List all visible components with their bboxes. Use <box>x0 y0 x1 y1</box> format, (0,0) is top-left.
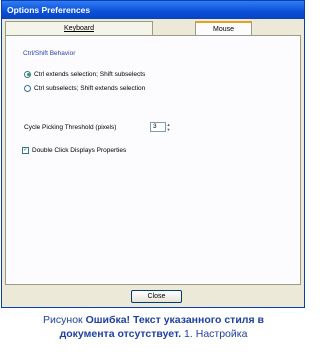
caption-error-text-2: документа отсутствует. <box>59 328 182 340</box>
radio-ctrl-subselects[interactable]: Ctrl subselects; Shift extends selection <box>24 84 145 94</box>
caption-prefix: Рисунок <box>43 314 86 326</box>
radio-label: Ctrl subselects; Shift extends selection <box>34 85 146 92</box>
caption-line-1: Рисунок Ошибка! Текст указанного стиля в <box>0 313 307 327</box>
figure-caption: Рисунок Ошибка! Текст указанного стиля в… <box>0 313 307 341</box>
mouse-tab-panel: Ctrl/Shift Behavior Ctrl extends selecti… <box>5 35 301 285</box>
radio-ctrl-extends[interactable]: Ctrl extends selection; Shift subselects <box>24 70 145 80</box>
window-title: Options Preferences <box>7 5 91 15</box>
checkbox-label: Double Click Displays Properties <box>32 147 127 154</box>
spinner-arrows-icon[interactable]: ▲ ▼ <box>166 122 171 132</box>
caption-error-text: Ошибка! Текст указанного стиля в <box>85 314 264 326</box>
checkbox-checked-icon[interactable]: ✓ <box>22 146 29 154</box>
caption-line-2: документа отсутствует. 1. Настройка <box>0 327 307 341</box>
cycle-picking-threshold-label: Cycle Picking Threshold (pixels) <box>24 124 117 131</box>
options-preferences-dialog: Options Preferences Keyboard Mouse Ctrl/… <box>1 0 305 308</box>
cycle-picking-threshold-input[interactable]: 3 <box>150 122 166 132</box>
title-bar: Options Preferences <box>2 1 304 19</box>
tab-mouse[interactable]: Mouse <box>195 21 252 35</box>
ctrl-shift-group-title: Ctrl/Shift Behavior <box>23 50 76 57</box>
tab-strip: Keyboard Mouse <box>5 21 301 35</box>
double-click-properties-option[interactable]: ✓ Double Click Displays Properties <box>22 146 126 156</box>
caption-suffix: 1. Настройка <box>181 328 248 340</box>
close-button[interactable]: Close <box>131 290 182 303</box>
radio-button-selected[interactable] <box>24 70 31 78</box>
radio-label: Ctrl extends selection; Shift subselects <box>34 71 146 78</box>
radio-button[interactable] <box>24 84 31 92</box>
tab-keyboard[interactable]: Keyboard <box>5 21 153 35</box>
